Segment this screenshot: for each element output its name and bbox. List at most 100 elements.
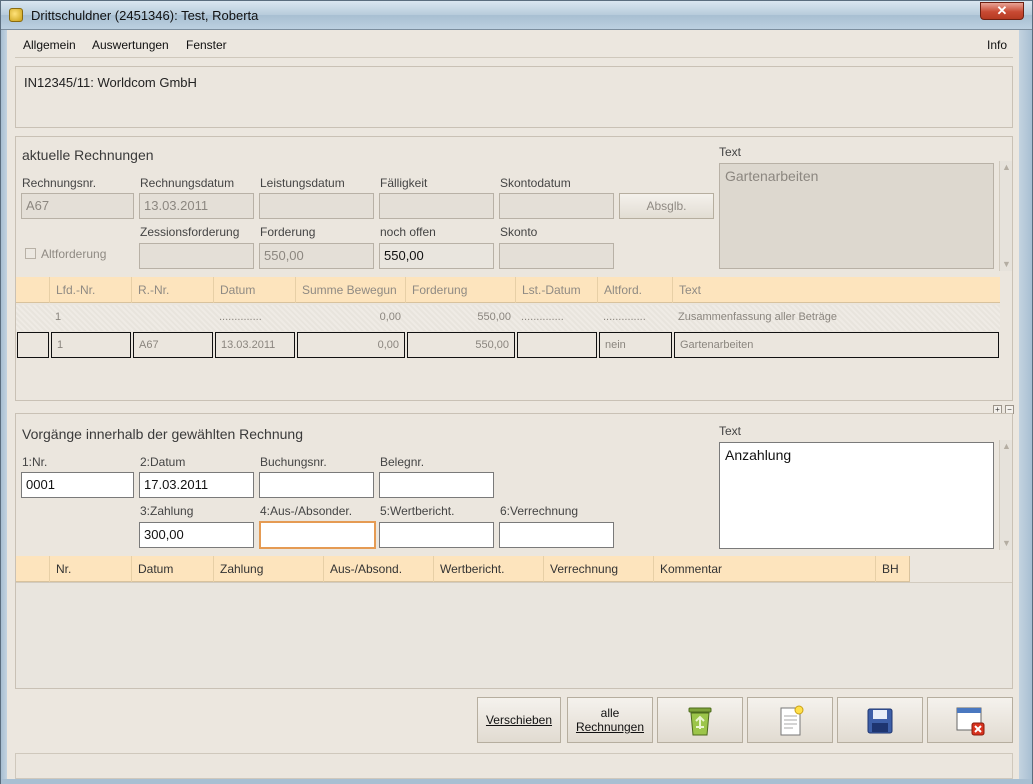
forderung-field[interactable]: 550,00 [259,243,374,269]
faelligkeit-field[interactable] [379,193,494,219]
main-window: Drittschuldner (2451346): Test, Roberta … [0,0,1033,784]
rechnung-text-label: Text [719,145,742,159]
zahlung-field[interactable]: 300,00 [139,522,254,548]
cell-select [17,332,49,358]
cell-lfd-nr: 1 [55,311,62,323]
rechnungsdatum-label: Rechnungsdatum [140,176,235,190]
vorgaenge-title: Vorgänge innerhalb der gewählten Rechnun… [22,426,303,442]
cell-datum: 13.03.2011 [215,332,295,358]
rechnung-text-area[interactable]: Gartenarbeiten [719,163,994,269]
panel-splitter[interactable]: + − [15,403,1019,414]
col-forderung[interactable]: Forderung [406,277,516,303]
vorgaenge-table-body[interactable] [16,582,1012,688]
noch-offen-field: 550,00 [379,243,494,269]
vorgang-text-area[interactable]: Anzahlung [719,442,994,549]
datum-field[interactable]: 17.03.2011 [139,472,254,498]
case-info-panel: IN12345/11: Worldcom GmbH [15,66,1013,128]
window-close-button[interactable]: ✕ [980,2,1024,20]
skonto-label: Skonto [500,225,538,239]
verschieben-button[interactable]: Verschieben [477,697,561,743]
rechnungen-title: aktuelle Rechnungen [22,147,154,163]
window-frame-left [1,30,7,780]
window-frame-bottom [1,779,1032,784]
scroll-down-icon[interactable]: ▼ [1001,538,1012,549]
vorgaenge-table-header: Nr. Datum Zahlung Aus-/Absond. Wertberic… [16,556,910,582]
cell-forderung: 550,00 [477,311,511,323]
new-document-button[interactable] [747,697,833,743]
cell-lst-datum [517,332,597,358]
datum-label: 2:Datum [140,455,186,469]
col-verrechnung[interactable]: Verrechnung [544,556,654,582]
rechnungsdatum-field[interactable]: 13.03.2011 [139,193,254,219]
scroll-up-icon[interactable]: ▲ [1001,441,1012,452]
col-summe-bewegung[interactable]: Summe Bewegun [296,277,406,303]
belegnr-field[interactable] [379,472,494,498]
alle-rechnungen-label-2: Rechnungen [575,720,645,734]
menu-auswertungen[interactable]: Auswertungen [92,38,169,52]
close-window-icon [956,707,985,736]
leistungsdatum-label: Leistungsdatum [260,176,345,190]
cell-lst-datum: .............. [521,311,564,323]
status-bar [15,753,1013,779]
vorgaenge-panel: Vorgänge innerhalb der gewählten Rechnun… [15,413,1013,689]
recycle-button[interactable] [657,697,743,743]
cell-altford: .............. [603,311,646,323]
alle-rechnungen-button[interactable]: alle Rechnungen [567,697,653,743]
noch-offen-label: noch offen [380,225,436,239]
scroll-down-icon[interactable]: ▼ [1001,259,1012,270]
col-select[interactable] [16,556,50,582]
buchungsnr-field[interactable] [259,472,374,498]
vorgang-text-scrollbar[interactable]: ▲ ▼ [999,440,1012,550]
rechnungen-table-header: Lfd.-Nr. R.-Nr. Datum Summe Bewegun Ford… [16,277,1000,303]
close-window-button[interactable] [927,697,1013,743]
rechnungsnr-label: Rechnungsnr. [22,176,97,190]
menu-fenster[interactable]: Fenster [186,38,227,52]
col-text[interactable]: Text [673,277,1000,303]
skontodatum-field[interactable] [499,193,614,219]
menu-info[interactable]: Info [987,38,1007,52]
col-bh[interactable]: BH [876,556,910,582]
new-document-icon [780,705,804,736]
faelligkeit-label: Fälligkeit [380,176,428,190]
col-select[interactable] [16,277,50,303]
vorgang-text-label: Text [719,424,742,438]
col-zahlung[interactable]: Zahlung [214,556,324,582]
menu-allgemein[interactable]: Allgemein [23,38,76,52]
save-button[interactable] [837,697,923,743]
wertbericht-field[interactable] [379,522,494,548]
col-kommentar[interactable]: Kommentar [654,556,876,582]
forderung-label: Forderung [260,225,316,239]
col-lst-datum[interactable]: Lst.-Datum [516,277,598,303]
col-altford[interactable]: Altford. [598,277,673,303]
aus-absonder-label: 4:Aus-/Absonder. [260,504,353,518]
absglb-button[interactable]: Absglb. [619,193,714,219]
col-r-nr[interactable]: R.-Nr. [132,277,214,303]
skonto-field[interactable] [499,243,614,269]
col-datum[interactable]: Datum [214,277,296,303]
col-lfd-nr[interactable]: Lfd.-Nr. [50,277,132,303]
verrechnung-label: 6:Verrechnung [500,504,579,518]
rechnungsnr-field[interactable]: A67 [21,193,134,219]
nr-field[interactable]: 0001 [21,472,134,498]
col-wertbericht[interactable]: Wertbericht. [434,556,544,582]
aus-absonder-field[interactable] [259,521,376,549]
table-row-selected[interactable]: 1 A67 13.03.2011 0,00 550,00 nein Garten… [16,332,1000,358]
verrechnung-field[interactable] [499,522,614,548]
cell-r-nr [132,305,214,331]
leistungsdatum-field[interactable] [259,193,374,219]
cell-lfd-nr: 1 [51,332,131,358]
zessionsforderung-field[interactable] [139,243,254,269]
nr-label: 1:Nr. [22,455,48,469]
table-row[interactable]: 1 .............. 0,00 550,00 ...........… [16,305,1000,331]
col-datum[interactable]: Datum [132,556,214,582]
menu-bar: Allgemein Auswertungen Fenster Info [15,32,1013,58]
window-frame-right [1019,30,1032,780]
col-aus-absond[interactable]: Aus-/Absond. [324,556,434,582]
case-info-text: IN12345/11: Worldcom GmbH [24,75,197,90]
zahlung-label: 3:Zahlung [140,504,194,518]
altforderung-checkbox[interactable] [25,248,36,259]
cell-text: Gartenarbeiten [674,332,999,358]
rechnung-text-scrollbar[interactable]: ▲ ▼ [999,161,1012,271]
col-nr[interactable]: Nr. [50,556,132,582]
scroll-up-icon[interactable]: ▲ [1001,162,1012,173]
